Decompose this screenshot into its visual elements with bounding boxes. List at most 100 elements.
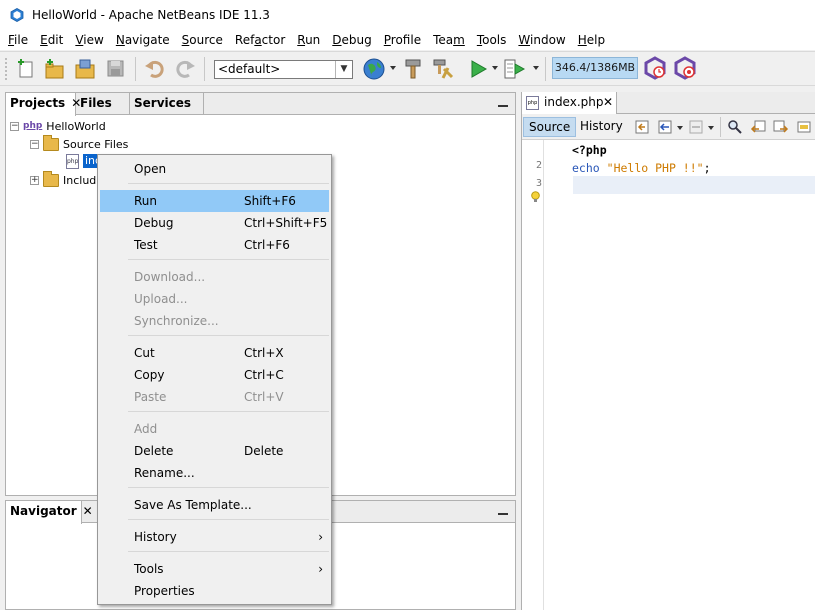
- profile-snapshot-icon[interactable]: [673, 56, 697, 80]
- menu-edit[interactable]: Edit: [34, 30, 69, 50]
- memory-usage-indicator[interactable]: 346.4/1386MB: [552, 57, 638, 79]
- chevron-down-icon[interactable]: [533, 66, 539, 70]
- build-hammer-icon[interactable]: [401, 57, 425, 81]
- menu-item-shortcut: Ctrl+C: [244, 368, 284, 382]
- menu-item-label: Run: [134, 194, 158, 208]
- tab-services-label: Services: [134, 96, 192, 110]
- code-line[interactable]: <?php: [572, 143, 607, 157]
- expand-icon[interactable]: +: [30, 175, 39, 185]
- menu-item-add: Add: [100, 418, 329, 440]
- folder-icon: [43, 134, 59, 151]
- menu-item-cut[interactable]: Cut Ctrl+X: [100, 342, 329, 364]
- tab-services[interactable]: Services: [130, 93, 204, 115]
- menu-item-label: Properties: [134, 584, 195, 598]
- menu-item-rename[interactable]: Rename...: [100, 462, 329, 484]
- new-file-icon[interactable]: [14, 57, 38, 81]
- run-project-icon[interactable]: [466, 57, 490, 81]
- menu-item-run[interactable]: Run Shift+F6: [100, 190, 329, 212]
- menu-refactor[interactable]: Refactor: [229, 30, 291, 50]
- menu-separator: [128, 411, 329, 412]
- menu-item-label: Tools: [134, 562, 164, 576]
- chevron-down-icon[interactable]: ▼: [335, 61, 352, 78]
- chevron-down-icon[interactable]: [677, 126, 683, 130]
- menu-item-tools[interactable]: Tools ›: [100, 558, 329, 580]
- menu-help[interactable]: Help: [572, 30, 611, 50]
- profile-project-icon[interactable]: [643, 56, 667, 80]
- tab-navigator[interactable]: Navigator ✕: [6, 501, 93, 524]
- debug-project-icon[interactable]: [503, 57, 527, 81]
- menu-item-test[interactable]: Test Ctrl+F6: [100, 234, 329, 256]
- open-project-icon[interactable]: [73, 57, 97, 81]
- last-edit-icon[interactable]: [634, 119, 650, 135]
- clean-build-icon[interactable]: [431, 57, 455, 81]
- menu-window[interactable]: Window: [512, 30, 571, 50]
- php-open-tag: <?php: [572, 143, 607, 157]
- menu-item-shortcut: Shift+F6: [244, 194, 296, 208]
- menu-item-delete[interactable]: Delete Delete: [100, 440, 329, 462]
- menu-navigate[interactable]: Navigate: [110, 30, 176, 50]
- find-next-icon[interactable]: [773, 119, 789, 135]
- menu-separator: [128, 259, 329, 260]
- menu-separator: [128, 519, 329, 520]
- find-previous-icon[interactable]: [750, 119, 766, 135]
- submenu-arrow-icon: ›: [318, 562, 323, 576]
- menu-file[interactable]: File: [2, 30, 34, 50]
- menu-item-label: Cut: [134, 346, 155, 360]
- source-view-button[interactable]: Source: [523, 117, 577, 137]
- close-icon[interactable]: ✕: [83, 504, 93, 518]
- tab-projects[interactable]: Projects ✕: [6, 93, 81, 116]
- minimize-icon[interactable]: [498, 505, 508, 517]
- menu-separator: [128, 183, 329, 184]
- include-path-label: Includ: [63, 173, 97, 187]
- find-icon[interactable]: [727, 119, 743, 135]
- chevron-down-icon[interactable]: [390, 66, 396, 70]
- globe-icon[interactable]: [362, 57, 386, 81]
- chevron-down-icon[interactable]: [492, 66, 498, 70]
- folder-icon: [43, 170, 59, 187]
- menu-item-shortcut: Ctrl+Shift+F5: [244, 216, 328, 230]
- menu-view[interactable]: View: [69, 30, 109, 50]
- configuration-select[interactable]: <default> ▼: [214, 60, 353, 79]
- menu-bar: File Edit View Navigate Source Refactor Run Deb…: [0, 30, 815, 50]
- back-icon[interactable]: [657, 119, 673, 135]
- line-number: 2: [535, 160, 542, 171]
- tree-node-project[interactable]: − php HelloWorld: [10, 117, 106, 135]
- menu-item-debug[interactable]: Debug Ctrl+Shift+F5: [100, 212, 329, 234]
- close-icon[interactable]: ✕: [603, 92, 613, 113]
- menu-item-shortcut: Delete: [244, 444, 284, 458]
- code-string: "Hello PHP !!": [606, 161, 704, 175]
- code-line[interactable]: echo "Hello PHP !!";: [572, 161, 711, 175]
- menu-debug[interactable]: Debug: [326, 30, 377, 50]
- tree-node-source-files[interactable]: − Source Files: [30, 134, 128, 153]
- menu-item-upload: Upload...: [100, 288, 329, 310]
- menu-team[interactable]: Team: [427, 30, 471, 50]
- menu-source[interactable]: Source: [176, 30, 229, 50]
- menu-profile[interactable]: Profile: [378, 30, 427, 50]
- history-view-button[interactable]: History: [575, 117, 628, 137]
- tab-files[interactable]: Files: [76, 93, 130, 115]
- menu-item-label: Copy: [134, 368, 165, 382]
- collapse-icon[interactable]: −: [30, 139, 39, 149]
- menu-item-history[interactable]: History ›: [100, 526, 329, 548]
- menu-separator: [128, 551, 329, 552]
- menu-item-properties[interactable]: Properties: [100, 580, 329, 602]
- php-file-icon: php: [526, 96, 539, 110]
- menu-item-open[interactable]: Open: [100, 158, 329, 180]
- menu-item-copy[interactable]: Copy Ctrl+C: [100, 364, 329, 386]
- menu-item-save-as-template[interactable]: Save As Template...: [100, 494, 329, 516]
- collapse-icon[interactable]: −: [10, 121, 19, 131]
- menu-tools[interactable]: Tools: [471, 30, 513, 50]
- php-project-icon: php: [23, 121, 43, 131]
- menu-run[interactable]: Run: [291, 30, 326, 50]
- hint-lightbulb-icon[interactable]: [531, 191, 540, 203]
- minimize-icon[interactable]: [498, 97, 508, 109]
- toggle-highlight-icon[interactable]: [796, 119, 812, 135]
- tab-index-php[interactable]: php index.php ✕: [522, 92, 617, 115]
- new-project-icon[interactable]: [42, 57, 66, 81]
- editor-tab-bar: php index.php ✕: [522, 92, 815, 115]
- menu-item-label: Save As Template...: [134, 498, 252, 512]
- menu-separator: [128, 487, 329, 488]
- chevron-down-icon[interactable]: [708, 126, 714, 130]
- tree-node-include-path[interactable]: + Includ: [30, 170, 97, 189]
- toolbar-grip[interactable]: [4, 57, 8, 81]
